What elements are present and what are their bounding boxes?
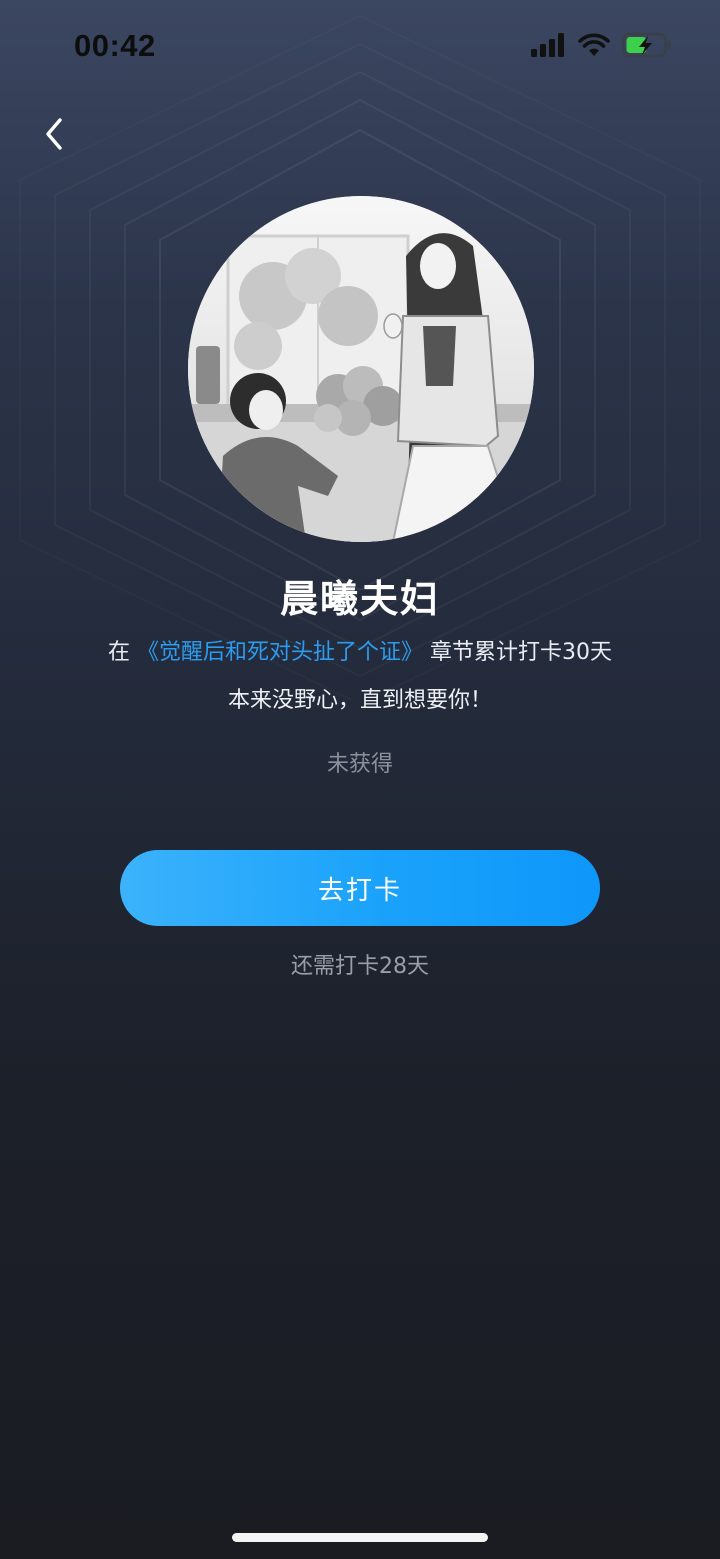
badge-description: 在 《觉醒后和死对头扯了个证》 章节累计打卡30天 — [0, 634, 720, 666]
desc-prefix: 在 — [107, 640, 130, 665]
home-indicator[interactable] — [232, 1533, 488, 1542]
desc-suffix: 章节累计打卡30天 — [430, 640, 613, 665]
checkin-button[interactable]: 去打卡 — [120, 850, 600, 926]
remaining-days-text: 还需打卡28天 — [291, 954, 429, 979]
checkin-button-label: 去打卡 — [317, 875, 402, 906]
badge-title: 晨曦夫妇 — [279, 577, 440, 621]
book-title-link[interactable]: 《觉醒后和死对头扯了个证》 — [137, 640, 423, 665]
badge-status: 未获得 — [326, 752, 393, 777]
badge-slogan: 本来没野心，直到想要你！ — [227, 688, 492, 713]
badge-illustration — [188, 196, 534, 542]
